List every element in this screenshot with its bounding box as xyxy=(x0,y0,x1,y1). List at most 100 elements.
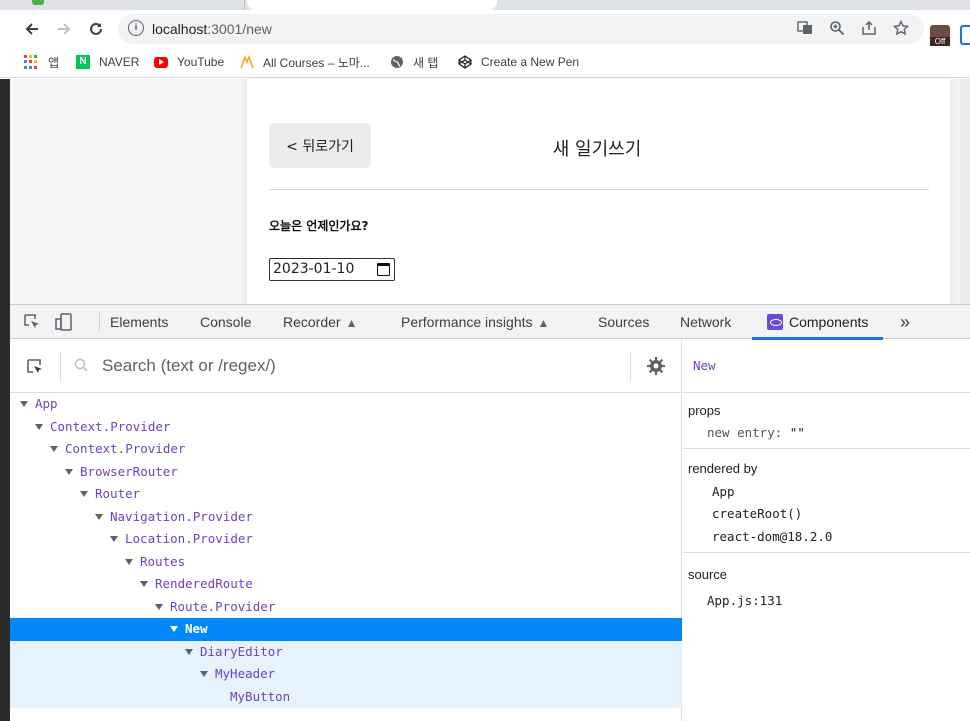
back-button[interactable]: < 뒤로가기 xyxy=(269,123,371,168)
inspector-panel: New props new entry: "" rendered by App … xyxy=(683,340,970,721)
url-text: localhost:3001/new xyxy=(152,21,272,37)
bookmark-apps[interactable]: 앱 xyxy=(24,53,59,71)
tree-row-diaryeditor[interactable]: DiaryEditor xyxy=(10,640,682,663)
tree-row-app[interactable]: App xyxy=(10,393,682,416)
bookmark-star-icon[interactable] xyxy=(892,19,910,38)
component-tree-panel: Search (text or /regex/) App Context.Prov… xyxy=(10,340,682,721)
zoom-icon[interactable] xyxy=(828,20,846,38)
bookmark-youtube[interactable]: YouTube xyxy=(154,53,224,71)
expand-triangle-icon[interactable] xyxy=(185,648,193,655)
tree-row-context-provider[interactable]: Context.Provider xyxy=(10,416,682,439)
site-info-icon[interactable]: i xyxy=(128,20,144,36)
inspector-header: New xyxy=(683,340,970,393)
select-element-icon[interactable] xyxy=(26,358,44,376)
search-input[interactable]: Search (text or /regex/) xyxy=(102,356,276,376)
date-input[interactable]: 2023-01-10 xyxy=(269,258,395,281)
expand-triangle-icon[interactable] xyxy=(35,423,43,430)
tree-row-router[interactable]: Router xyxy=(10,483,682,506)
extension-off-icon[interactable]: Off xyxy=(930,25,950,47)
inspected-component-name: New xyxy=(693,358,716,373)
tree-row-routes[interactable]: Routes xyxy=(10,551,682,574)
tab-recorder[interactable]: Recorder ▲ xyxy=(283,305,357,339)
flask-icon: ▲ xyxy=(537,316,550,330)
left-edge xyxy=(0,304,10,721)
search-separator xyxy=(630,352,631,381)
expand-triangle-icon[interactable] xyxy=(155,603,163,610)
expand-triangle-icon[interactable] xyxy=(170,626,178,632)
codepen-icon xyxy=(458,55,472,69)
youtube-icon xyxy=(154,56,168,68)
right-edge xyxy=(960,79,970,304)
tab-label: Recorder xyxy=(283,314,341,330)
url-path: :3001/new xyxy=(207,21,272,37)
bookmark-label: YouTube xyxy=(177,55,225,69)
tree-row-location-provider[interactable]: Location.Provider xyxy=(10,528,682,551)
expand-triangle-icon[interactable] xyxy=(65,468,73,475)
source-location[interactable]: App.js:131 xyxy=(707,593,782,608)
tree-row-mybutton[interactable]: MyButton xyxy=(10,685,682,708)
tree-row-navigation-provider[interactable]: Navigation.Provider xyxy=(10,506,682,529)
tab-strip-empty xyxy=(500,0,970,10)
tree-row-context-provider[interactable]: Context.Provider xyxy=(10,438,682,461)
nomad-icon xyxy=(240,54,254,69)
expand-triangle-icon[interactable] xyxy=(110,536,118,542)
tree-row-route-provider[interactable]: Route.Provider xyxy=(10,596,682,619)
rendered-by-header: rendered by xyxy=(688,461,758,476)
inspect-element-icon[interactable] xyxy=(23,313,41,331)
date-value: 2023-01-10 xyxy=(273,261,355,277)
rendered-by-react-dom: react-dom@18.2.0 xyxy=(712,529,833,544)
prop-value[interactable]: "" xyxy=(790,425,805,440)
extension-icon[interactable] xyxy=(960,25,970,45)
more-tabs-icon[interactable]: » xyxy=(900,305,910,339)
expand-triangle-icon[interactable] xyxy=(200,671,208,677)
forward-arrow-icon[interactable] xyxy=(51,16,77,42)
left-edge xyxy=(0,79,10,304)
tree-search-bar: Search (text or /regex/) xyxy=(10,340,682,393)
tab-strip xyxy=(0,0,970,10)
bookmark-new-tab[interactable]: 새 탭 xyxy=(390,53,438,71)
settings-gear-icon[interactable] xyxy=(647,357,665,375)
component-name: RenderedRoute xyxy=(155,576,253,591)
bookmark-nomad-courses[interactable]: All Courses – 노마... xyxy=(240,53,370,71)
tab-elements[interactable]: Elements xyxy=(110,305,168,339)
expand-triangle-icon[interactable] xyxy=(125,558,133,565)
address-bar[interactable]: i localhost:3001/new xyxy=(118,14,924,44)
component-name: Location.Provider xyxy=(125,531,253,546)
page-viewport: < 뒤로가기 새 일기쓰기 오늘은 언제인가요? 2023-01-10 xyxy=(0,79,970,304)
tree-row-new[interactable]: New xyxy=(10,618,682,641)
bookmark-codepen[interactable]: Create a New Pen xyxy=(458,53,579,71)
tab-label: Sources xyxy=(598,314,650,330)
expand-triangle-icon[interactable] xyxy=(20,401,28,407)
tab-favicon-icon xyxy=(32,0,44,5)
expand-triangle-icon[interactable] xyxy=(95,513,103,520)
react-icon xyxy=(767,314,783,330)
tree-row-renderedroute[interactable]: RenderedRoute xyxy=(10,573,682,596)
expand-triangle-icon[interactable] xyxy=(140,581,148,587)
component-name: MyHeader xyxy=(215,666,276,681)
tree-row-myheader[interactable]: MyHeader xyxy=(10,663,682,686)
rendered-by-section: rendered by App createRoot() react-dom@1… xyxy=(683,449,970,553)
tab-performance-insights[interactable]: Performance insights ▲ xyxy=(401,305,549,339)
bookmark-naver[interactable]: N NAVER xyxy=(76,53,139,71)
tab-sources[interactable]: Sources xyxy=(598,305,649,339)
inactive-tab[interactable] xyxy=(0,0,245,10)
back-arrow-icon[interactable] xyxy=(19,16,45,42)
calendar-icon[interactable] xyxy=(377,263,390,276)
expand-triangle-icon[interactable] xyxy=(80,491,88,497)
prop-row[interactable]: new entry: "" xyxy=(707,425,805,440)
translate-icon[interactable] xyxy=(796,20,814,38)
rendered-by-app[interactable]: App xyxy=(712,484,735,499)
tree-row-browserrouter[interactable]: BrowserRouter xyxy=(10,461,682,484)
component-name: Context.Provider xyxy=(65,441,186,456)
source-header: source xyxy=(688,567,728,582)
tab-components[interactable]: Components xyxy=(752,305,884,340)
tab-network[interactable]: Network xyxy=(680,305,731,339)
bookmark-label: 앱 xyxy=(48,55,60,70)
device-toolbar-icon[interactable] xyxy=(55,313,73,331)
expand-triangle-icon[interactable] xyxy=(50,446,58,452)
component-name: Context.Provider xyxy=(50,418,171,434)
tab-console[interactable]: Console xyxy=(200,305,251,339)
share-icon[interactable] xyxy=(860,20,878,38)
reload-icon[interactable] xyxy=(83,16,109,42)
active-tab[interactable] xyxy=(247,0,529,10)
